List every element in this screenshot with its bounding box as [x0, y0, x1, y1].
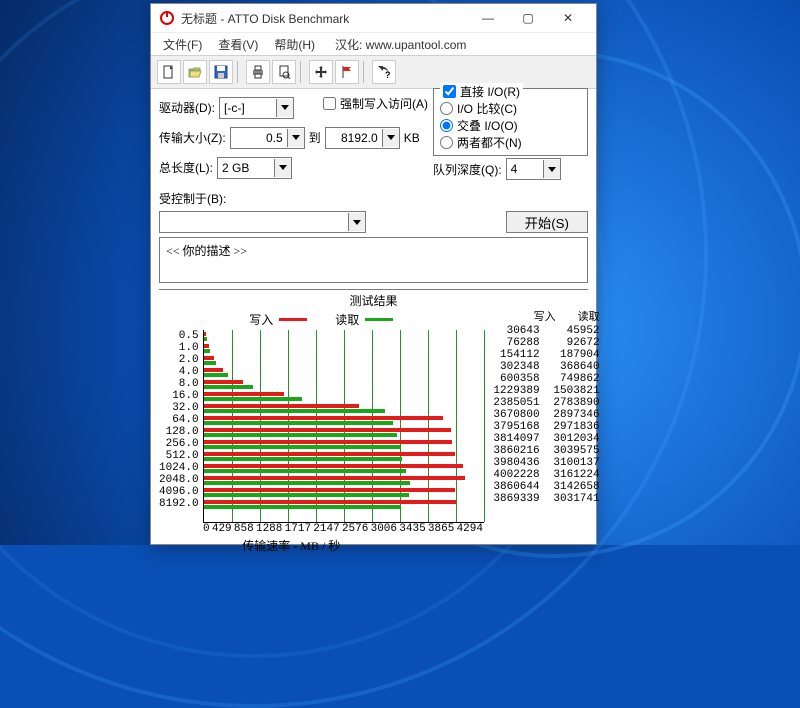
- client-area: 驱动器(D): 传输大小(Z): 到 KB 总长度(L): 强制写入访问(A): [151, 89, 596, 560]
- new-icon[interactable]: [157, 60, 181, 84]
- open-icon[interactable]: [183, 60, 207, 84]
- svg-text:?: ?: [385, 70, 391, 79]
- help-icon[interactable]: ?: [372, 60, 396, 84]
- overlap-io-radio[interactable]: 交叠 I/O(O): [440, 117, 581, 134]
- transfer-label: 传输大小(Z):: [159, 129, 226, 146]
- drive-label: 驱动器(D):: [159, 99, 215, 116]
- queue-label: 队列深度(Q):: [433, 161, 502, 178]
- results-values: 写入读取 30643459527628892672154112187904302…: [484, 311, 600, 554]
- move-icon[interactable]: [309, 60, 333, 84]
- maximize-button[interactable]: ▢: [508, 4, 548, 32]
- menu-file[interactable]: 文件(F): [159, 34, 206, 55]
- menu-help[interactable]: 帮助(H): [270, 34, 319, 55]
- results-title: 测试结果: [159, 292, 588, 309]
- description-input[interactable]: << 你的描述 >>: [159, 237, 588, 283]
- chart-legend: 写入 读取: [159, 311, 484, 328]
- flag-icon[interactable]: [335, 60, 359, 84]
- start-button[interactable]: 开始(S): [506, 211, 588, 233]
- chart-plot: [203, 330, 484, 523]
- chart-x-label: 传输速率 - MB / 秒: [99, 537, 484, 554]
- menubar: 文件(F) 查看(V) 帮助(H) 汉化: www.upantool.com: [151, 33, 596, 55]
- toolbar: ?: [151, 55, 596, 89]
- save-icon[interactable]: [209, 60, 233, 84]
- results-panel: 测试结果 写入 读取 0.51.02.04.08.016.032.064.012…: [159, 289, 588, 554]
- minimize-button[interactable]: —: [468, 4, 508, 32]
- menu-view[interactable]: 查看(V): [214, 34, 262, 55]
- app-window: 无标题 - ATTO Disk Benchmark — ▢ ✕ 文件(F) 查看…: [150, 3, 597, 545]
- to-label: 到: [309, 129, 321, 146]
- drive-select[interactable]: [219, 97, 294, 119]
- transfer-from-select[interactable]: [230, 127, 305, 149]
- io-compare-radio[interactable]: I/O 比较(C): [440, 100, 581, 117]
- neither-radio[interactable]: 两者都不(N): [440, 134, 581, 151]
- transfer-to-select[interactable]: [325, 127, 400, 149]
- chart-y-axis: 0.51.02.04.08.016.032.064.0128.0256.0512…: [159, 330, 203, 522]
- titlebar[interactable]: 无标题 - ATTO Disk Benchmark — ▢ ✕: [151, 4, 596, 33]
- controlled-label: 受控制于(B):: [159, 190, 226, 207]
- direct-io-checkbox[interactable]: 直接 I/O(R): [440, 83, 523, 100]
- print-icon[interactable]: [246, 60, 270, 84]
- controlled-select[interactable]: [159, 211, 366, 233]
- unit-label: KB: [404, 131, 420, 145]
- preview-icon[interactable]: [272, 60, 296, 84]
- queue-select[interactable]: [506, 158, 561, 180]
- app-icon: [159, 10, 175, 26]
- credit-text: 汉化: www.upantool.com: [331, 34, 470, 55]
- length-label: 总长度(L):: [159, 159, 213, 176]
- close-button[interactable]: ✕: [548, 4, 588, 32]
- window-title: 无标题 - ATTO Disk Benchmark: [181, 10, 468, 27]
- io-fieldset: 直接 I/O(R) I/O 比较(C) 交叠 I/O(O) 两者都不(N): [433, 88, 588, 156]
- length-select[interactable]: [217, 157, 292, 179]
- chart-x-axis: 042985812881717214725763006343538654294: [203, 523, 483, 535]
